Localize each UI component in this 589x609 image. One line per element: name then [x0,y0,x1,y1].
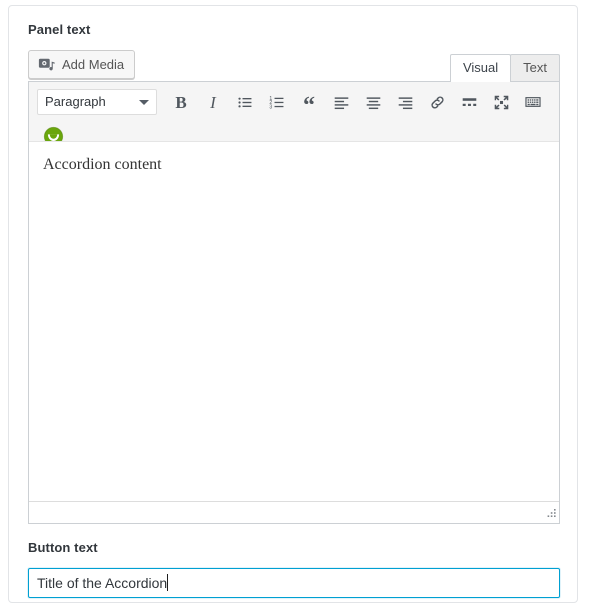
format-select[interactable]: Paragraph [37,89,157,115]
bold-glyph: B [175,92,187,112]
text-cursor [167,574,169,591]
italic-glyph: I [210,92,216,112]
bulleted-list-icon[interactable] [230,87,260,117]
settings-panel: Panel text Add Media Visual Text Paragra… [8,5,578,603]
editor-status-bar [29,501,559,523]
blockquote-glyph: “ [303,93,315,119]
numbered-list-icon[interactable]: 1 2 3 [262,87,292,117]
rich-text-editor: Paragraph B I 1 2 3 “ Accordion content [28,81,560,524]
tab-visual[interactable]: Visual [449,54,512,82]
blockquote-icon[interactable]: “ [294,87,324,119]
add-media-button[interactable]: Add Media [28,50,136,79]
button-text-input[interactable] [28,568,560,598]
panel-text-label: Panel text [28,22,91,37]
editor-media-row: Add Media Visual Text [28,50,560,82]
fullscreen-icon[interactable] [486,87,516,117]
chevron-down-icon [139,100,149,105]
italic-icon[interactable]: I [198,87,228,117]
keyboard-shortcuts-icon[interactable] [518,87,548,117]
editor-content-area[interactable]: Accordion content [29,141,559,502]
panel-text-field-group: Panel text Add Media Visual Text Paragra… [28,22,560,524]
resize-grip-icon[interactable] [543,507,557,521]
button-text-input-shell [28,568,560,598]
add-media-icon [38,56,56,74]
link-icon[interactable] [422,87,452,117]
editor-toolbar-row-1: Paragraph B I 1 2 3 “ [35,86,553,118]
button-text-field-group: Button text [28,540,560,598]
align-center-icon[interactable] [358,87,388,117]
svg-text:3: 3 [269,104,272,110]
editor-mode-tabs: Visual Text [449,54,560,82]
editor-paragraph: Accordion content [43,156,162,173]
tab-text[interactable]: Text [510,54,560,82]
button-text-label: Button text [28,540,98,555]
add-media-label: Add Media [62,57,125,72]
format-select-value: Paragraph [45,94,106,109]
align-right-icon[interactable] [390,87,420,117]
bold-icon[interactable]: B [166,87,196,117]
align-left-icon[interactable] [326,87,356,117]
read-more-icon[interactable] [454,87,484,117]
